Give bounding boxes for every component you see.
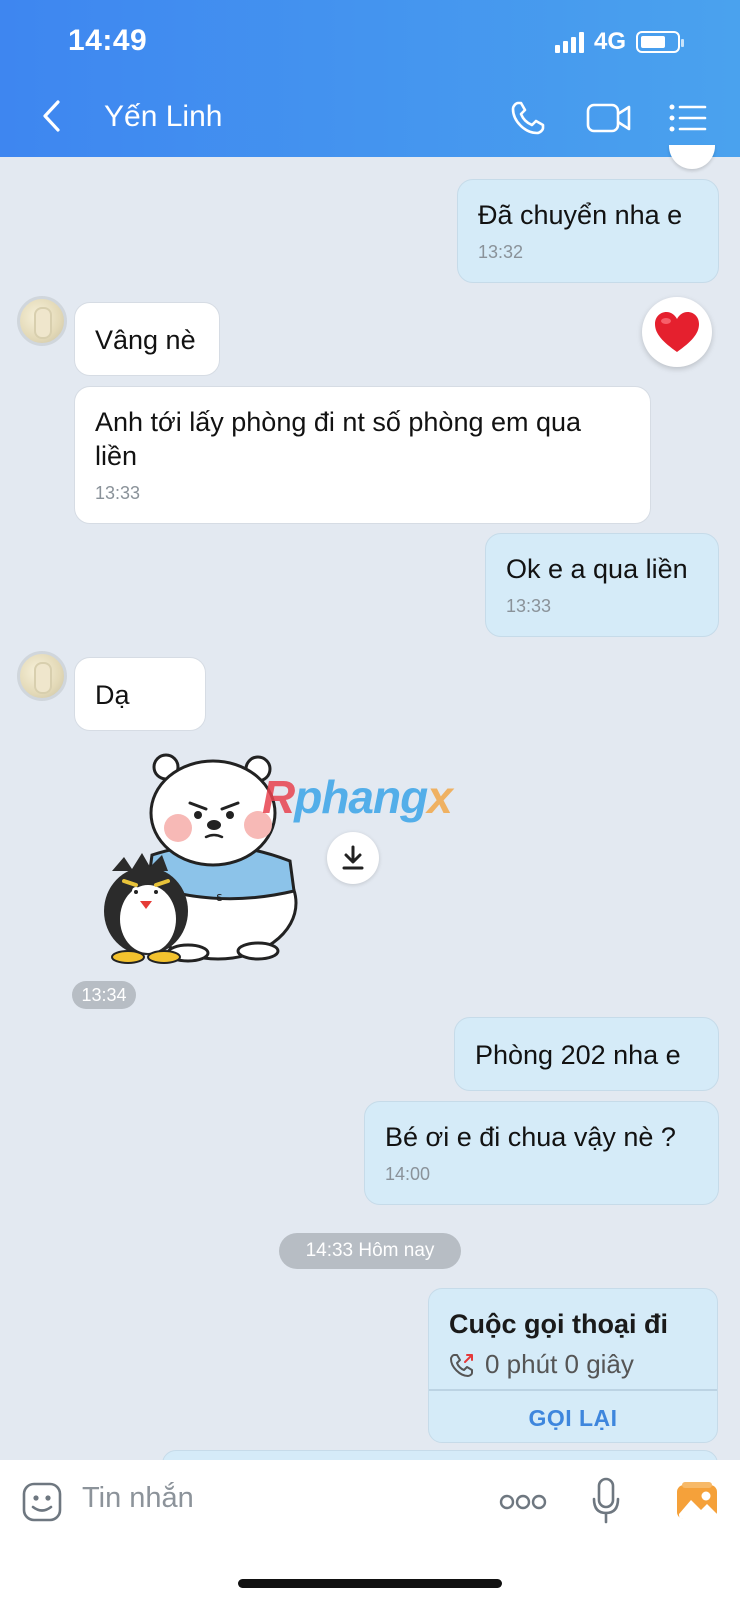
signal-icon — [554, 31, 584, 53]
battery-icon — [636, 31, 684, 53]
list-menu-icon — [669, 104, 707, 132]
svg-text:ε: ε — [216, 890, 223, 904]
call-again-button[interactable]: GỌI LẠI — [429, 1392, 717, 1442]
photo-button[interactable] — [674, 1478, 720, 1524]
voice-call-button[interactable] — [506, 98, 550, 138]
microphone-icon — [592, 1477, 620, 1524]
message-text: Đã chuyển nha e — [478, 200, 683, 230]
sticker-face-icon — [22, 1482, 62, 1522]
back-button[interactable] — [34, 96, 68, 136]
home-indicator — [238, 1579, 502, 1588]
more-button[interactable] — [498, 1488, 548, 1516]
more-dots-icon — [499, 1494, 547, 1510]
message-time: 14:00 — [385, 1164, 431, 1184]
phone-icon — [511, 101, 545, 135]
message-input[interactable]: Tin nhắn — [82, 1482, 194, 1515]
avatar[interactable] — [17, 296, 67, 346]
message-text: Phòng 202 nha e — [475, 1040, 681, 1070]
message-input-bar: Tin nhắn — [0, 1460, 740, 1600]
partial-reaction-button[interactable] — [669, 145, 715, 169]
message-time: 13:32 — [478, 242, 524, 262]
date-separator: 14:33 Hôm nay — [279, 1233, 461, 1269]
video-camera-icon — [586, 103, 631, 133]
call-duration: 0 phút 0 giây — [485, 1349, 634, 1379]
status-icons: 4G — [554, 28, 684, 56]
sticker-time: 13:34 — [72, 981, 136, 1009]
message-bubble-outgoing[interactable]: Ok e a qua liền 13:33 — [485, 533, 719, 637]
divider — [429, 1389, 717, 1391]
heart-icon — [655, 312, 699, 352]
voice-record-button[interactable] — [588, 1476, 624, 1526]
message-text: Ok e a qua liền — [506, 554, 688, 584]
message-bubble-incoming[interactable]: Dạ — [74, 657, 206, 731]
back-chevron-icon — [43, 100, 60, 132]
message-bubble-outgoing[interactable]: Đã chuyển nha e 13:32 — [457, 179, 719, 283]
download-sticker-button[interactable] — [327, 832, 379, 884]
outgoing-call-icon — [450, 1353, 473, 1377]
contact-name[interactable]: Yến Linh — [104, 100, 222, 134]
message-text: Anh tới lấy phòng đi nt số phòng em qua … — [95, 407, 582, 471]
call-detail: 0 phút 0 giây — [449, 1349, 634, 1380]
message-bubble-incoming[interactable]: Vâng nè — [74, 302, 220, 376]
watermark-logo: Rphangx — [262, 771, 453, 823]
chat-options-button[interactable] — [666, 98, 710, 138]
call-title: Cuộc gọi thoại đi — [449, 1309, 668, 1339]
message-bubble-outgoing[interactable]: Phòng 202 nha e — [454, 1017, 719, 1091]
download-icon — [342, 845, 364, 870]
message-bubble-outgoing[interactable]: Bé ơi e đi chua vậy nè ? 14:00 — [364, 1101, 719, 1205]
chat-header: 14:49 4G Yến Linh — [0, 0, 740, 157]
network-label: 4G — [593, 28, 626, 55]
call-log-card[interactable]: Cuộc gọi thoại đi 0 phút 0 giây GỌI LẠI — [428, 1288, 718, 1443]
avatar[interactable] — [17, 651, 67, 701]
status-time: 14:49 — [68, 24, 148, 57]
message-time: 13:33 — [506, 596, 552, 616]
sticker-button[interactable] — [20, 1480, 64, 1524]
photo-gallery-icon — [677, 1482, 717, 1519]
reaction-button[interactable] — [642, 297, 712, 367]
message-text: Dạ — [95, 680, 130, 710]
message-bubble-incoming[interactable]: Anh tới lấy phòng đi nt số phòng em qua … — [74, 386, 651, 524]
video-call-button[interactable] — [584, 98, 634, 138]
message-text: Vâng nè — [95, 325, 196, 355]
message-time: 13:33 — [95, 483, 141, 503]
message-text: Bé ơi e đi chua vậy nè ? — [385, 1122, 676, 1152]
